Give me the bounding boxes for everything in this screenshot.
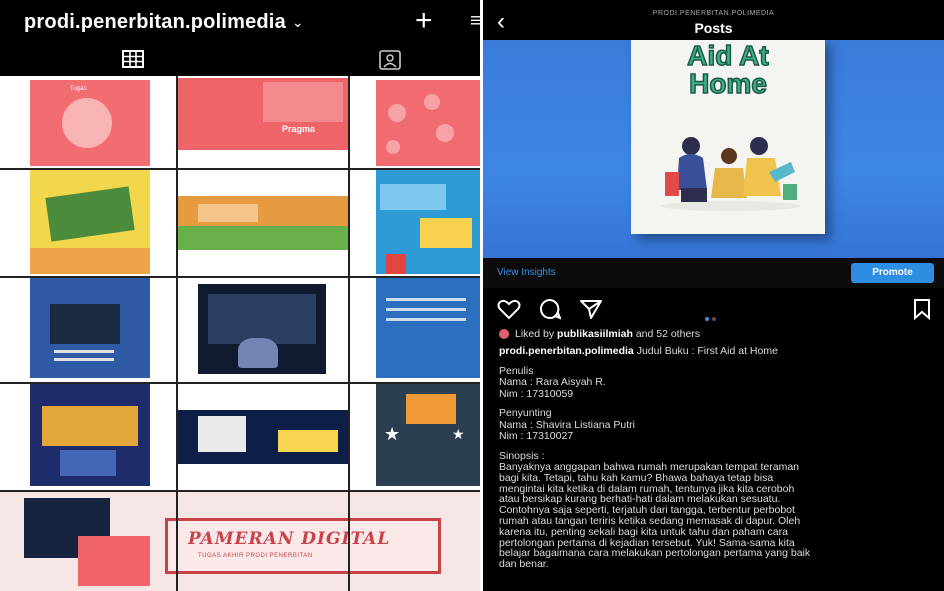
likes-prefix: Liked by [515,328,555,340]
grid-post-12[interactable]: ★ ★ [376,384,480,486]
grid-divider [348,76,350,591]
grid-post-5[interactable] [178,196,348,250]
penyunting-label: Penyunting [499,407,552,419]
grid-post-10[interactable] [30,384,150,486]
profile-header: prodi.penerbitan.polimedia ⌄ + ≡ [0,0,480,44]
view-insights-link[interactable]: View Insights [497,267,556,278]
promote-button[interactable]: Promote [851,263,934,283]
pameran-subtitle: TUGAS AKHIR PRODI PENERBITAN [198,553,313,559]
post-image[interactable]: Aid At Home [483,40,944,258]
sinopsis-line: dan benar. [499,558,549,571]
grid-post-8[interactable] [198,284,326,374]
likes-line: Liked by publikasiilmiah and 52 others [499,328,700,340]
grid-post-1[interactable]: Tugas [30,80,150,166]
grid-divider [176,76,178,591]
bookmark-icon[interactable] [913,298,931,320]
caption-text: Judul Buku : First Aid at Home [636,345,778,357]
penulis-nim: Nim : 17310059 [499,387,574,400]
grid-post-9[interactable] [376,278,480,378]
avatar[interactable] [499,329,509,340]
comment-icon[interactable] [539,298,561,320]
sinopsis-line: belajar bagaimana cara melakukan pertolo… [499,547,811,560]
post-detail-panel: ‹ PRODI.PENERBITAN.POLIMEDIA Posts Aid A… [483,0,944,591]
carousel-indicator [705,308,719,326]
profile-grid-panel: prodi.penerbitan.polimedia ⌄ + ≡ Tugas P… [0,0,480,591]
tagged-icon[interactable] [379,50,401,70]
sinopsis-line: bagi kita. Tetapi, tahu kah kamu? Bhawa … [499,471,774,484]
grid-divider [0,382,480,384]
post-header: ‹ PRODI.PENERBITAN.POLIMEDIA Posts [483,0,944,40]
grid-post-6[interactable] [376,170,480,274]
grid-post-3[interactable] [376,80,480,166]
chevron-down-icon[interactable]: ⌄ [292,14,304,31]
book-title: Home [688,67,767,100]
profile-tabs [0,44,480,76]
grid-post-4[interactable] [30,170,150,274]
grid-post-11[interactable] [178,410,348,464]
penyunting-nim: Nim : 17310027 [499,430,574,442]
pameran-banner: PAMERAN DIGITAL TUGAS AKHIR PRODI PENERB… [165,518,441,574]
caption-account[interactable]: prodi.penerbitan.polimedia [499,345,634,357]
insights-bar: View Insights Promote [483,258,944,288]
profile-username[interactable]: prodi.penerbitan.polimedia [24,11,286,34]
grid-divider [0,276,480,278]
add-post-icon[interactable]: + [415,4,433,38]
likes-user[interactable]: publikasiilmiah [557,328,633,340]
grid-divider [0,490,480,492]
heart-icon[interactable] [497,298,521,320]
menu-icon[interactable]: ≡ [470,10,480,33]
likes-suffix[interactable]: and 52 others [636,328,700,340]
grid-post-7[interactable] [30,278,150,378]
penulis-nama: Nama : Rara Aisyah R. [499,376,606,388]
share-icon[interactable] [579,298,603,320]
illustration-icon [661,137,801,211]
post-caption: prodi.penerbitan.polimedia Judul Buku : … [499,345,935,571]
header-account: PRODI.PENERBITAN.POLIMEDIA [652,10,775,17]
pameran-title: PAMERAN DIGITAL [188,529,391,549]
book-cover: Aid At Home [631,40,825,234]
sinopsis-line: karena itu, penting sekali bagi kita unt… [499,525,788,538]
grid-divider [0,168,480,170]
grid-post-2[interactable]: Pragma [178,78,348,150]
header-title: Posts [694,20,733,36]
grid-icon[interactable] [122,50,144,68]
